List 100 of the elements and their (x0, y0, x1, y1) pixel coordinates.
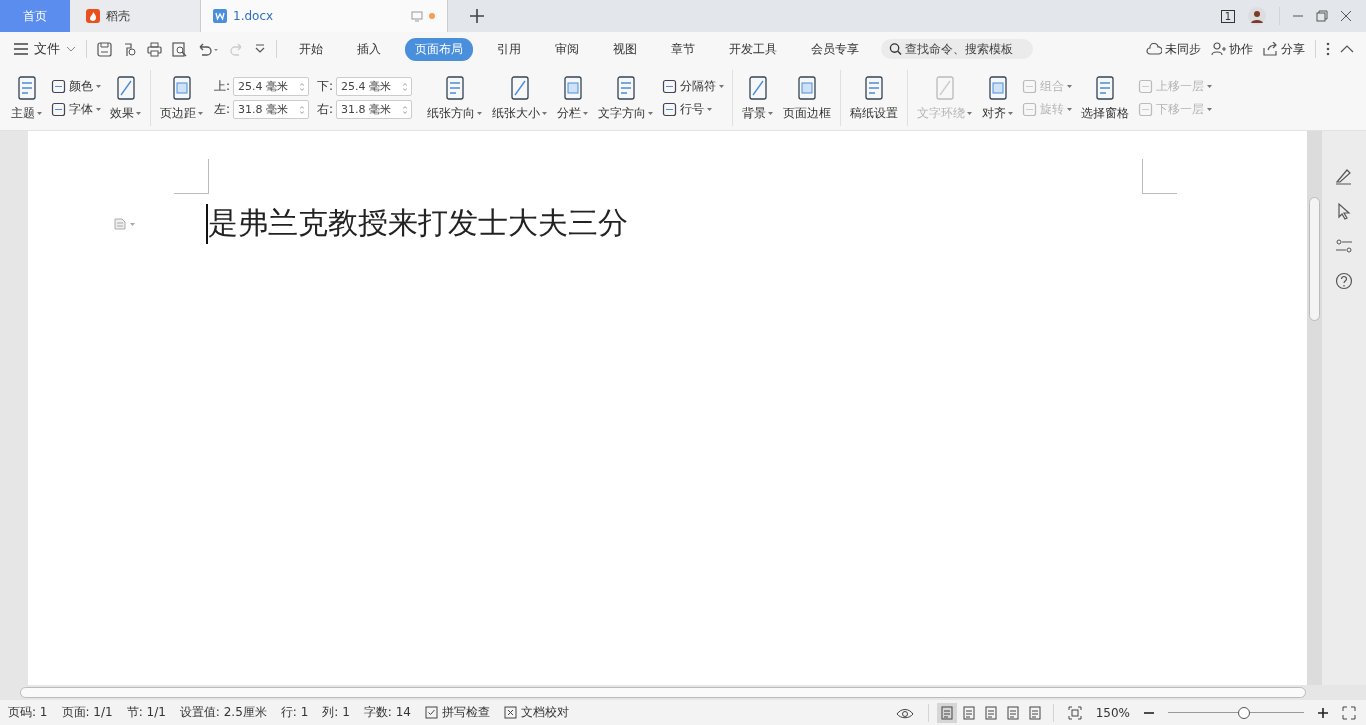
undo-icon[interactable] (197, 41, 219, 57)
ribbon-tab[interactable]: 插入 (347, 37, 391, 61)
ribbon-tab[interactable]: 视图 (603, 37, 647, 61)
ribbon-button[interactable]: 文字方向 (595, 72, 657, 124)
status-item: 字数: 14 (363, 704, 411, 721)
search-icon (889, 42, 902, 56)
ribbon-tab[interactable]: 会员专享 (801, 37, 869, 61)
caret-icon (477, 111, 483, 115)
cross-box-icon (503, 706, 517, 719)
add-person-icon (1211, 42, 1226, 56)
status-item: 页面: 1/1 (61, 704, 113, 721)
tool-icon (1022, 79, 1038, 94)
ribbon-button[interactable]: 行号 (660, 101, 727, 118)
status-item: 页码: 1 (8, 704, 48, 721)
ribbon-button[interactable]: 纸张大小 (489, 72, 551, 124)
toolbar-action[interactable]: 协作 (1211, 40, 1253, 58)
caret-icon (707, 108, 713, 111)
margin-label: 右: (317, 101, 334, 118)
page-count-badge[interactable]: 1 (1220, 9, 1235, 23)
eye-icon[interactable] (895, 706, 914, 719)
ribbon-tab[interactable]: 章节 (661, 37, 705, 61)
caret-icon (1207, 108, 1213, 111)
caret-icon (96, 85, 101, 88)
tool-icon (1022, 102, 1038, 117)
ribbon-button[interactable]: 分隔符 (660, 78, 727, 95)
ribbon-button[interactable]: 稿纸设置 (847, 72, 902, 124)
save-icon[interactable] (97, 41, 112, 57)
pen-icon[interactable] (1335, 167, 1353, 185)
restore-icon[interactable] (1316, 10, 1328, 22)
document-tab[interactable]: 1.docx (200, 0, 448, 32)
ribbon-button[interactable]: 选择窗格 (1078, 72, 1133, 124)
app-tab[interactable]: 稻壳 (70, 0, 200, 32)
status-button[interactable]: 拼写检查 (424, 704, 490, 721)
ribbon-button[interactable]: 字体 (49, 101, 103, 118)
toolbar-action[interactable]: 分享 (1263, 40, 1305, 58)
caret-icon (583, 111, 589, 115)
ribbon-tab[interactable]: 审阅 (545, 37, 589, 61)
status-item: 节: 1/1 (126, 704, 166, 721)
caret-icon (198, 111, 203, 115)
tab-label: 1.docx (233, 9, 274, 23)
cursor-icon[interactable] (1335, 202, 1353, 220)
spinner-arrows-icon (403, 80, 408, 93)
margin-spin-field[interactable]: 25.4 毫米 (336, 77, 413, 96)
flame-logo-icon (86, 9, 100, 23)
page-view-icon[interactable] (936, 702, 957, 723)
ribbon-button[interactable]: 主题 (8, 72, 45, 124)
check-box-icon (424, 706, 438, 719)
ribbon-button[interactable]: 颜色 (49, 78, 103, 95)
margin-label: 上: (214, 78, 231, 95)
status-button[interactable]: 文档校对 (503, 704, 569, 721)
spinner-arrows-icon (300, 80, 305, 93)
caret-icon (719, 85, 725, 88)
fit-page-icon[interactable] (1067, 705, 1082, 720)
margin-label: 下: (317, 78, 334, 95)
ribbon-button[interactable]: 页面边框 (780, 72, 835, 124)
print-preview-icon[interactable] (172, 41, 187, 57)
margin-spin-field[interactable]: 25.4 毫米 (233, 77, 310, 96)
caret-icon (768, 111, 774, 115)
ribbon-button[interactable]: 效果 (107, 72, 144, 124)
caret-icon (1067, 108, 1073, 111)
avatar-icon[interactable] (1247, 6, 1267, 26)
ribbon-button[interactable]: 纸张方向 (424, 72, 486, 124)
close-icon[interactable] (1340, 10, 1352, 22)
ribbon-button[interactable]: 对齐 (979, 72, 1017, 124)
margin-corner-mark (174, 159, 209, 194)
format-painter-icon[interactable] (122, 41, 137, 57)
tool-icon (1138, 102, 1154, 117)
tool-icon (1138, 79, 1154, 94)
ribbon-button[interactable]: 分栏 (554, 72, 592, 124)
tool-icon (662, 79, 678, 94)
toolbar-action[interactable]: 未同步 (1146, 40, 1201, 58)
document-text: 是弗兰克教授来打发士大夫三分 (207, 204, 628, 242)
collapse-icon[interactable] (1340, 45, 1354, 53)
sliders-icon[interactable] (1335, 237, 1353, 255)
ribbon-button[interactable]: 页边距 (157, 72, 206, 124)
ribbon-button[interactable]: 背景 (739, 72, 777, 124)
more-icon[interactable] (1326, 42, 1330, 56)
cloud-icon (1146, 42, 1162, 56)
vertical-scrollbar[interactable] (1307, 131, 1322, 685)
word-doc-icon (213, 9, 227, 23)
margin-spin-field[interactable]: 31.8 毫米 (336, 100, 413, 119)
status-item: 列: 1 (322, 704, 350, 721)
ribbon-tab[interactable]: 开始 (289, 37, 333, 61)
caret-icon (136, 111, 141, 115)
zoom-slider-thumb[interactable] (1238, 706, 1251, 719)
horizontal-scrollbar[interactable] (0, 685, 1366, 700)
search-field[interactable]: 查找命令、搜索模板 (881, 39, 1033, 59)
customize-icon[interactable] (254, 43, 266, 55)
new-tab-icon[interactable] (470, 9, 484, 23)
print-icon[interactable] (147, 41, 162, 57)
zoom-in-icon[interactable] (1318, 707, 1328, 718)
spinner-arrows-icon (300, 103, 305, 116)
margin-corner-mark (1142, 159, 1177, 194)
margin-spin-field[interactable]: 31.8 毫米 (233, 100, 310, 119)
file-menu[interactable]: 文件 (14, 40, 76, 58)
tab-label: 稻壳 (106, 7, 130, 25)
ribbon-tab[interactable]: 引用 (487, 37, 531, 61)
zoom-dropdown[interactable]: 150% (1095, 705, 1130, 720)
ribbon-tab[interactable]: 开发工具 (719, 37, 787, 61)
help-icon[interactable] (1335, 272, 1353, 290)
